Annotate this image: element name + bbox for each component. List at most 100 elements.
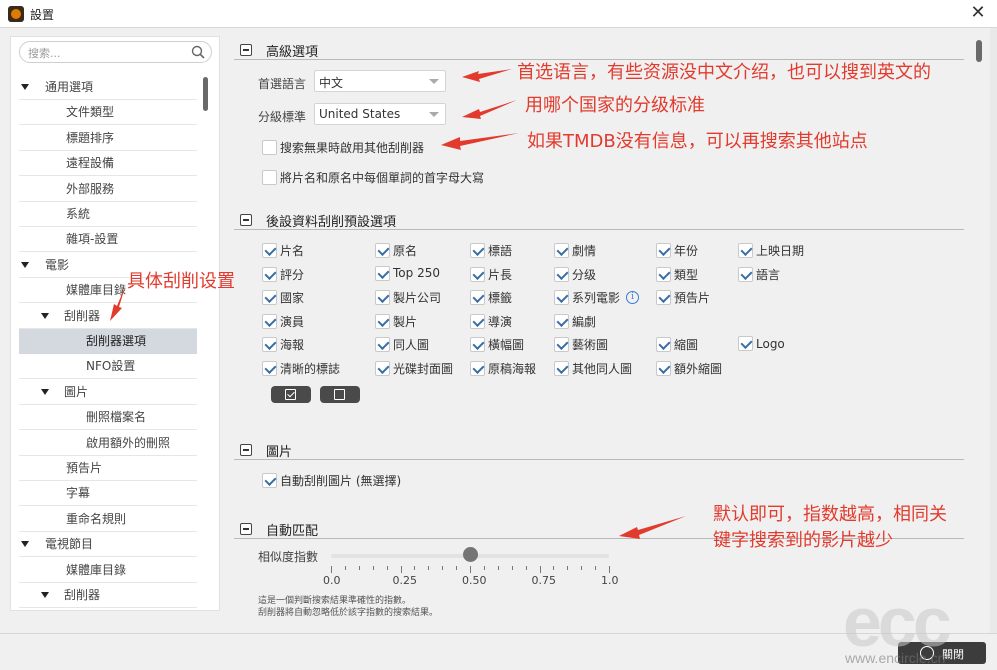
- checkbox-box[interactable]: [554, 290, 569, 306]
- checkbox-box[interactable]: [470, 337, 485, 353]
- similarity-slider-thumb[interactable]: [463, 547, 478, 562]
- field-checkbox[interactable]: 編劇: [554, 313, 596, 330]
- field-checkbox[interactable]: 片名: [262, 242, 304, 259]
- field-checkbox[interactable]: 藝術圖: [554, 336, 608, 353]
- sidebar-item[interactable]: 啟用額外的刪照: [19, 431, 197, 456]
- checkbox-box[interactable]: [262, 361, 277, 376]
- field-checkbox[interactable]: 年份: [656, 242, 698, 259]
- sidebar-item[interactable]: 重命名規則: [19, 507, 197, 532]
- field-checkbox[interactable]: 系列電影 i: [554, 289, 640, 306]
- sidebar-item[interactable]: 刪照檔案名: [19, 405, 197, 431]
- checkbox-box[interactable]: [738, 266, 753, 282]
- checkbox-box[interactable]: [262, 170, 277, 185]
- sidebar-item[interactable]: NFO設置: [19, 354, 197, 380]
- field-checkbox[interactable]: 原名: [375, 242, 417, 259]
- field-checkbox[interactable]: 橫幅圖: [470, 336, 524, 353]
- field-checkbox[interactable]: 縮圖: [656, 336, 698, 353]
- sidebar-item[interactable]: 圖片: [19, 380, 197, 405]
- certification-select[interactable]: United States: [314, 103, 446, 125]
- expand-triangle-icon[interactable]: [41, 388, 49, 395]
- expand-triangle-icon[interactable]: [21, 261, 29, 268]
- checkbox-box[interactable]: [262, 337, 277, 353]
- checkbox-box[interactable]: [470, 313, 485, 329]
- sidebar-item[interactable]: 電視節目: [19, 532, 197, 558]
- field-checkbox[interactable]: 其他同人圖: [554, 360, 632, 377]
- info-icon[interactable]: i: [626, 291, 640, 305]
- sidebar-item[interactable]: 刮削器: [19, 304, 197, 329]
- field-checkbox[interactable]: 導演: [470, 313, 512, 330]
- field-checkbox[interactable]: 額外縮圖: [656, 360, 722, 377]
- sidebar-item[interactable]: 媒體庫目錄: [19, 558, 197, 583]
- sidebar-item[interactable]: 刮削器選項: [19, 329, 197, 354]
- field-checkbox[interactable]: 類型: [656, 266, 698, 283]
- field-checkbox[interactable]: 語言: [738, 266, 780, 283]
- field-checkbox[interactable]: 片長: [470, 266, 512, 283]
- checkbox-box[interactable]: [262, 290, 277, 306]
- fallback-checkbox[interactable]: 搜索無果時啟用其他刮削器: [262, 139, 424, 156]
- checkbox-box[interactable]: [656, 290, 671, 306]
- sidebar-item[interactable]: 標題排序: [19, 126, 197, 151]
- checkbox-box[interactable]: [375, 290, 390, 306]
- collapse-icon[interactable]: [240, 523, 252, 535]
- field-checkbox[interactable]: 評分: [262, 266, 304, 283]
- checkbox-box[interactable]: [375, 243, 390, 258]
- close-button[interactable]: ✕: [966, 2, 990, 24]
- auto-images-checkbox[interactable]: 自動刮削圖片 (無選擇): [262, 472, 401, 489]
- sidebar-item[interactable]: 系統: [19, 202, 197, 227]
- checkbox-box[interactable]: [554, 266, 569, 282]
- field-checkbox[interactable]: 清晰的標誌: [262, 360, 340, 377]
- checkbox-box[interactable]: [738, 243, 753, 258]
- checkbox-box[interactable]: [554, 337, 569, 353]
- expand-triangle-icon[interactable]: [41, 312, 49, 319]
- checkbox-box[interactable]: [470, 361, 485, 376]
- field-checkbox[interactable]: Logo: [738, 336, 785, 352]
- checkbox-box[interactable]: [554, 361, 569, 376]
- checkbox-box[interactable]: [375, 361, 390, 376]
- collapse-icon[interactable]: [240, 44, 252, 56]
- field-checkbox[interactable]: 製片: [375, 313, 417, 330]
- checkbox-box[interactable]: [738, 336, 753, 352]
- select-none-button[interactable]: [320, 386, 360, 403]
- section-images[interactable]: 圖片: [234, 440, 964, 460]
- expand-triangle-icon[interactable]: [21, 541, 29, 548]
- field-checkbox[interactable]: Top 250: [375, 265, 440, 281]
- language-select[interactable]: 中文: [314, 70, 446, 92]
- capitalize-checkbox[interactable]: 將片名和原名中每個單詞的首字母大寫: [262, 169, 484, 186]
- content-scrollbar[interactable]: [976, 40, 982, 62]
- expand-triangle-icon[interactable]: [41, 592, 49, 598]
- checkbox-box[interactable]: [656, 266, 671, 282]
- field-checkbox[interactable]: 原稿海報: [470, 360, 536, 377]
- sidebar-item[interactable]: 文件類型: [19, 100, 197, 126]
- field-checkbox[interactable]: 標語: [470, 242, 512, 259]
- collapse-icon[interactable]: [240, 214, 252, 226]
- checkbox-box[interactable]: [262, 243, 277, 258]
- field-checkbox[interactable]: 同人圖: [375, 336, 429, 353]
- checkbox-box[interactable]: [470, 290, 485, 306]
- field-checkbox[interactable]: 光碟封面圖: [375, 360, 453, 377]
- checkbox-box[interactable]: [375, 337, 390, 353]
- select-all-button[interactable]: [271, 386, 311, 403]
- field-checkbox[interactable]: 標籤: [470, 289, 512, 306]
- field-checkbox[interactable]: 海報: [262, 336, 304, 353]
- sidebar-item[interactable]: 字幕: [19, 481, 197, 507]
- sidebar-item[interactable]: 外部服務: [19, 177, 197, 202]
- checkbox-box[interactable]: [375, 265, 390, 281]
- checkbox-box[interactable]: [262, 140, 277, 155]
- checkbox-box[interactable]: [656, 361, 671, 376]
- expand-triangle-icon[interactable]: [21, 84, 29, 90]
- checkbox-box[interactable]: [554, 243, 569, 258]
- checkbox-box[interactable]: [470, 266, 485, 282]
- checkbox-box[interactable]: [656, 337, 671, 353]
- checkbox-box[interactable]: [470, 243, 485, 258]
- field-checkbox[interactable]: 演員: [262, 313, 304, 330]
- field-checkbox[interactable]: 上映日期: [738, 242, 804, 259]
- field-checkbox[interactable]: 預告片: [656, 289, 710, 306]
- sidebar-item[interactable]: 刮削器: [19, 583, 197, 608]
- field-checkbox[interactable]: 分级: [554, 266, 596, 283]
- sidebar-item[interactable]: 遠程設備: [19, 151, 197, 177]
- sidebar-item[interactable]: 預告片: [19, 456, 197, 481]
- checkbox-box[interactable]: [262, 313, 277, 329]
- field-checkbox[interactable]: 劇情: [554, 242, 596, 259]
- field-checkbox[interactable]: 製片公司: [375, 289, 441, 306]
- sidebar-scrollbar[interactable]: [203, 77, 208, 111]
